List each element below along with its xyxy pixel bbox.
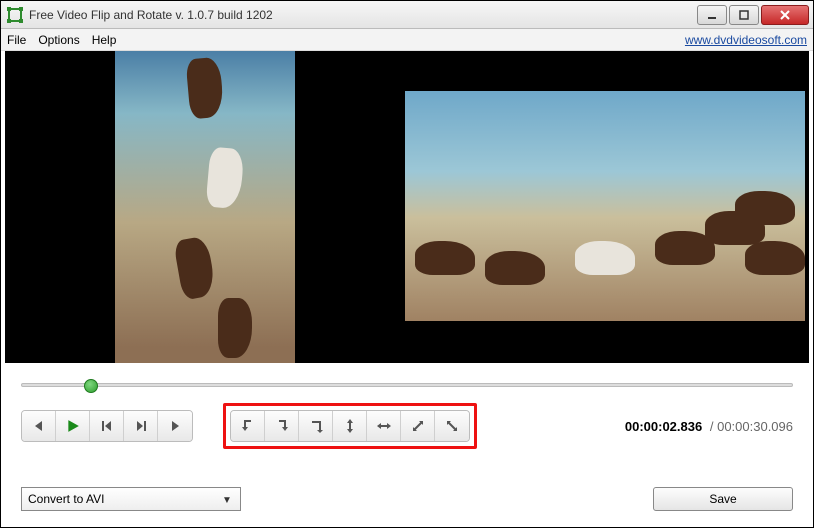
menu-options[interactable]: Options [38, 33, 79, 47]
chevron-down-icon: ▼ [218, 491, 236, 509]
menu-help[interactable]: Help [92, 33, 117, 47]
playback-controls [21, 410, 193, 442]
seek-bar[interactable] [21, 377, 793, 393]
time-display: 00:00:02.836 / 00:00:30.096 [625, 419, 793, 434]
transform-controls [230, 410, 470, 442]
app-icon [7, 7, 23, 23]
minimize-button[interactable] [697, 5, 727, 25]
bottom-row: Convert to AVI ▼ Save [21, 487, 793, 511]
window-title: Free Video Flip and Rotate v. 1.0.7 buil… [29, 8, 697, 22]
controls-row: 00:00:02.836 / 00:00:30.096 [21, 403, 793, 449]
rotate-cw-90-button[interactable] [265, 411, 299, 441]
seek-track[interactable] [21, 383, 793, 387]
maximize-button[interactable] [729, 5, 759, 25]
flip-diagonal-1-button[interactable] [401, 411, 435, 441]
menu-file[interactable]: File [7, 33, 26, 47]
preview-left-pane [115, 51, 295, 363]
seek-thumb[interactable] [84, 379, 98, 393]
window-controls [697, 5, 809, 25]
transform-controls-highlight [223, 403, 477, 449]
menu-bar: File Options Help www.dvdvideosoft.com [1, 29, 813, 51]
output-format-value: Convert to AVI [28, 492, 104, 506]
rotate-ccw-90-button[interactable] [231, 411, 265, 441]
title-bar: Free Video Flip and Rotate v. 1.0.7 buil… [1, 1, 813, 29]
prev-frame-button[interactable] [22, 411, 56, 441]
flip-vertical-button[interactable] [333, 411, 367, 441]
play-button[interactable] [56, 411, 90, 441]
output-format-select[interactable]: Convert to AVI ▼ [21, 487, 241, 511]
last-frame-button[interactable] [124, 411, 158, 441]
video-preview-area [5, 51, 809, 363]
preview-right-pane [405, 91, 805, 321]
next-frame-button[interactable] [158, 411, 192, 441]
time-current: 00:00:02.836 [625, 419, 702, 434]
vendor-link[interactable]: www.dvdvideosoft.com [685, 33, 807, 47]
flip-diagonal-2-button[interactable] [435, 411, 469, 441]
rotate-180-button[interactable] [299, 411, 333, 441]
close-button[interactable] [761, 5, 809, 25]
flip-horizontal-button[interactable] [367, 411, 401, 441]
time-total: / 00:00:30.096 [710, 419, 793, 434]
first-frame-button[interactable] [90, 411, 124, 441]
save-button[interactable]: Save [653, 487, 793, 511]
